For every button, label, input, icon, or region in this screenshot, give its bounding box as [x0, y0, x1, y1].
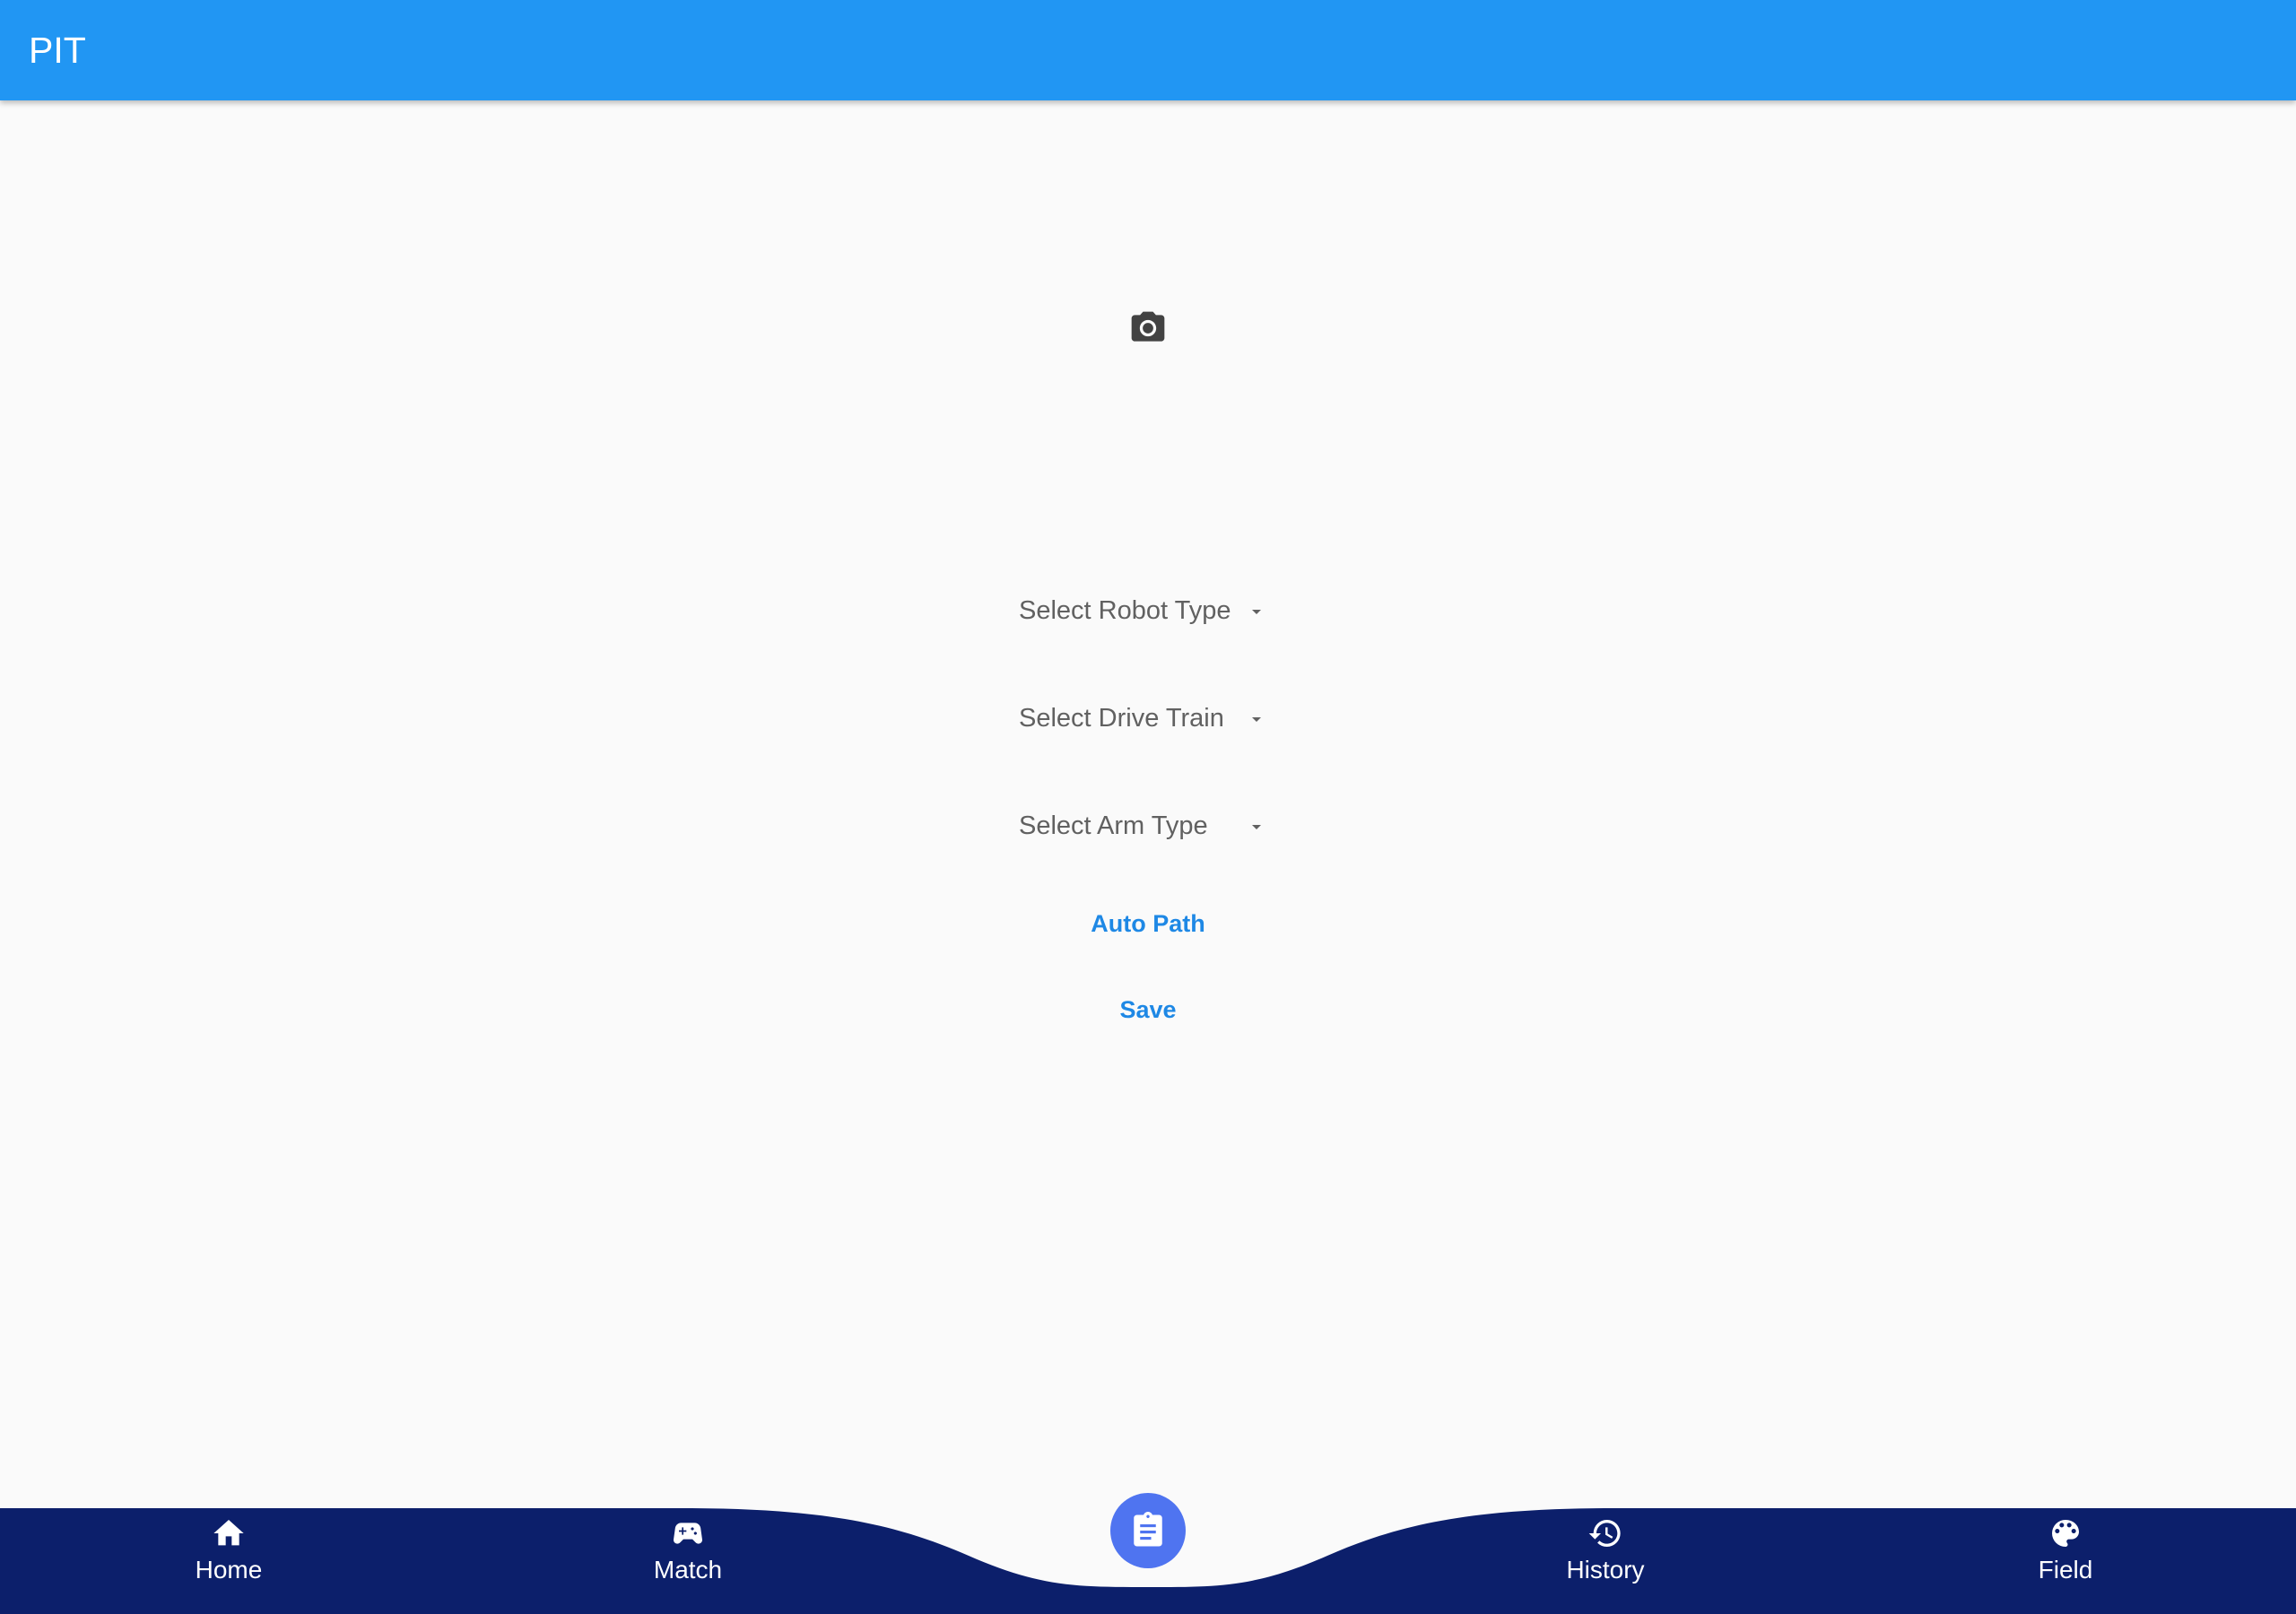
arm-type-placeholder: Select Arm Type [1019, 811, 1208, 840]
drive-train-placeholder: Select Drive Train [1019, 704, 1224, 733]
nav-label-home: Home [195, 1556, 263, 1584]
camera-icon[interactable] [1128, 308, 1168, 348]
nav-item-home[interactable]: Home [139, 1515, 318, 1605]
arm-type-dropdown[interactable]: Select Arm Type [1019, 799, 1266, 853]
palette-icon [2052, 1520, 2079, 1547]
nav-label-field: Field [2038, 1556, 2093, 1584]
save-button[interactable]: Save [1013, 981, 1283, 1038]
nav-item-match[interactable]: Match [598, 1515, 778, 1605]
nav-item-history[interactable]: History [1516, 1515, 1695, 1605]
dropdown-arrow-icon [1252, 610, 1261, 614]
nav-label-history: History [1566, 1556, 1645, 1584]
page-title: PIT [29, 30, 86, 71]
robot-type-dropdown[interactable]: Select Robot Type [1019, 584, 1266, 638]
drive-train-dropdown[interactable]: Select Drive Train [1019, 691, 1266, 745]
nav-item-field[interactable]: Field [1976, 1515, 2155, 1605]
clipboard-icon [1134, 1512, 1162, 1547]
auto-path-button[interactable]: Auto Path [1013, 895, 1283, 952]
robot-type-placeholder: Select Robot Type [1019, 596, 1231, 625]
dropdown-arrow-icon [1252, 717, 1261, 722]
nav-item-pit[interactable] [1110, 1493, 1186, 1568]
app-bar: PIT [0, 0, 2296, 100]
dropdown-arrow-icon [1252, 825, 1261, 829]
gamepad-icon [673, 1523, 703, 1544]
home-icon [213, 1520, 244, 1546]
nav-label-match: Match [653, 1556, 723, 1584]
history-icon [1588, 1520, 1621, 1547]
